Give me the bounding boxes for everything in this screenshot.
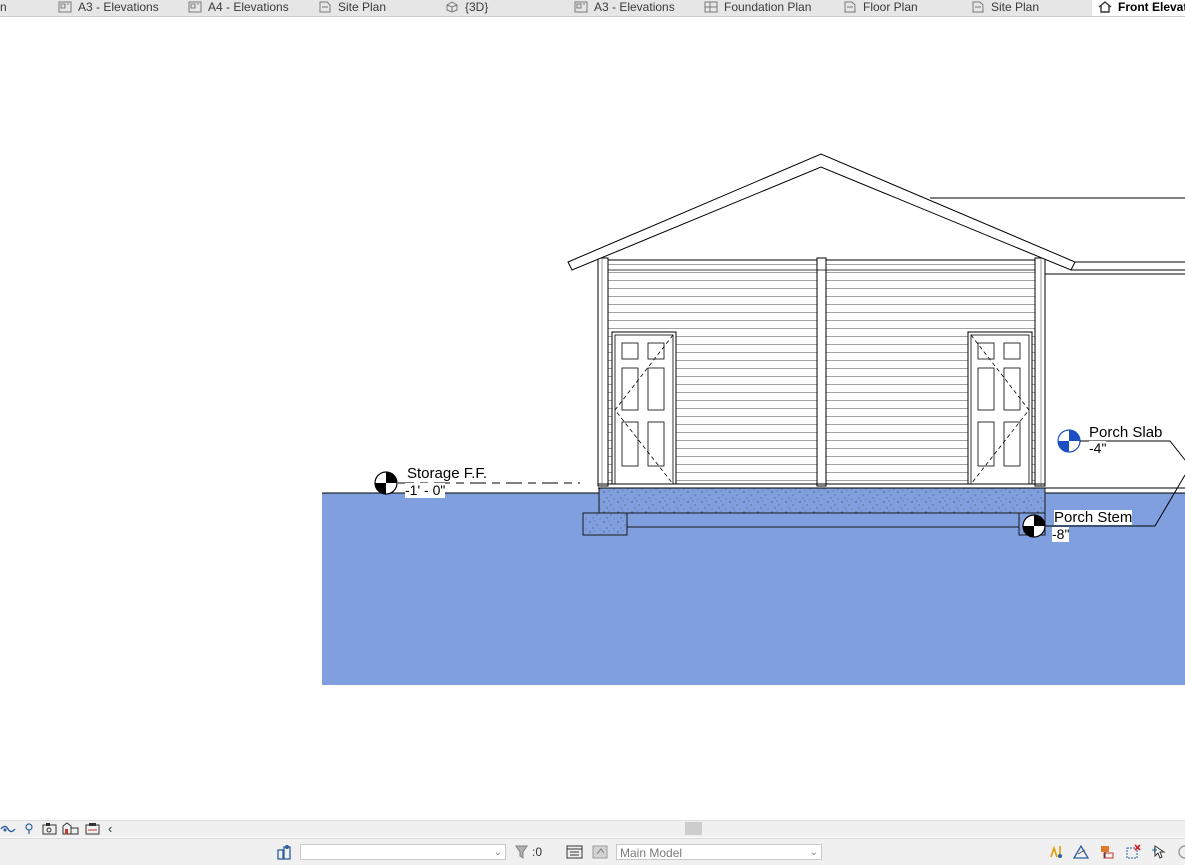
view-tab[interactable]: A3 - Elevations <box>58 0 159 16</box>
model-value: Main Model <box>620 846 683 860</box>
workset-dropdown[interactable]: ⌄ <box>300 844 506 860</box>
door-left <box>611 331 677 485</box>
view-control-bar: ‹ <box>0 820 1185 837</box>
chevron-down-icon: ⌄ <box>493 847 502 858</box>
view-tab-label: A4 - Elevations <box>208 0 289 14</box>
chevron-down-icon: ⌄ <box>809 847 818 858</box>
filter-status-icon[interactable] <box>1176 844 1185 860</box>
view-tab-label: {3D} <box>465 0 489 14</box>
3d-view-icon <box>446 1 458 13</box>
status-bar: ⌄ :0 Main Model ⌄ <box>0 838 1185 865</box>
floor-plan-icon <box>972 1 984 13</box>
elevation-icon <box>1098 1 1112 13</box>
elevation-drawing <box>322 153 1185 685</box>
roof <box>567 153 1185 275</box>
view-tab-label: n <box>0 0 7 14</box>
view-tab[interactable]: A3 - Elevations <box>574 0 675 16</box>
level-porch-stem-elevation[interactable]: -8" <box>1052 527 1070 542</box>
door-right <box>967 331 1033 485</box>
view-tab-label: Site Plan <box>991 0 1040 14</box>
floor-plan-icon <box>704 1 718 13</box>
view-tab-label: Floor Plan <box>863 0 918 14</box>
drawing-canvas[interactable]: Storage F.F. -1' - 0" Porch Slab -4" Por… <box>0 17 1185 821</box>
view-tab[interactable]: Site Plan <box>318 0 386 16</box>
floor-plan-icon <box>319 1 331 13</box>
view-tab[interactable]: Floor Plan <box>843 0 918 16</box>
view-tab-label: Site Plan <box>338 0 387 14</box>
level-porch-slab-elevation[interactable]: -4" <box>1089 441 1107 456</box>
level-porch-stem-name[interactable]: Porch Stem <box>1054 510 1133 525</box>
view-tab-label: Front Elevat <box>1118 0 1185 14</box>
selection-count: :0 <box>532 845 543 859</box>
floor-plan-icon <box>844 1 856 13</box>
editable-only-icon[interactable] <box>566 844 583 860</box>
crop-view-icon[interactable] <box>62 822 79 835</box>
worksets-icon[interactable] <box>276 844 292 860</box>
view-tab-bar: n A3 - Elevations A4 - Elevations Site P… <box>0 0 1185 17</box>
view-tab[interactable]: {3D} <box>445 0 488 16</box>
sheet-icon <box>58 1 72 13</box>
level-storage-name[interactable]: Storage F.F. <box>407 466 488 481</box>
level-storage-elevation[interactable]: -1' - 0" <box>405 483 446 498</box>
view-tab-label: A3 - Elevations <box>594 0 675 14</box>
filter-icon[interactable] <box>514 844 530 860</box>
view-tab[interactable]: A4 - Elevations <box>188 0 289 16</box>
select-pinned-icon[interactable] <box>1099 844 1116 860</box>
view-tab-label: Foundation Plan <box>724 0 812 14</box>
view-tab[interactable]: Foundation Plan <box>704 0 811 16</box>
horizontal-scrollbar-thumb[interactable] <box>685 822 702 835</box>
select-by-face-icon[interactable] <box>1125 844 1142 860</box>
sheet-icon <box>574 1 588 13</box>
drag-elements-icon[interactable] <box>1151 844 1168 860</box>
visual-style-icon[interactable] <box>0 822 16 835</box>
view-tab-label: A3 - Elevations <box>78 0 159 14</box>
view-tab-active[interactable]: Front Elevat <box>1092 0 1185 16</box>
view-tab[interactable]: n <box>0 0 7 16</box>
level-porch-slab-name[interactable]: Porch Slab <box>1089 425 1163 440</box>
design-options-icon[interactable] <box>592 844 609 860</box>
select-underlay-icon[interactable] <box>1073 844 1090 860</box>
design-option-dropdown[interactable]: Main Model ⌄ <box>616 844 822 860</box>
collapse-arrow-icon[interactable]: ‹ <box>108 822 112 835</box>
view-tab[interactable]: Site Plan <box>971 0 1039 16</box>
sun-path-icon[interactable] <box>24 822 34 835</box>
select-links-icon[interactable] <box>1048 844 1065 860</box>
show-crop-region-icon[interactable] <box>84 822 101 835</box>
shadows-icon[interactable] <box>42 822 57 835</box>
sheet-icon <box>188 1 202 13</box>
